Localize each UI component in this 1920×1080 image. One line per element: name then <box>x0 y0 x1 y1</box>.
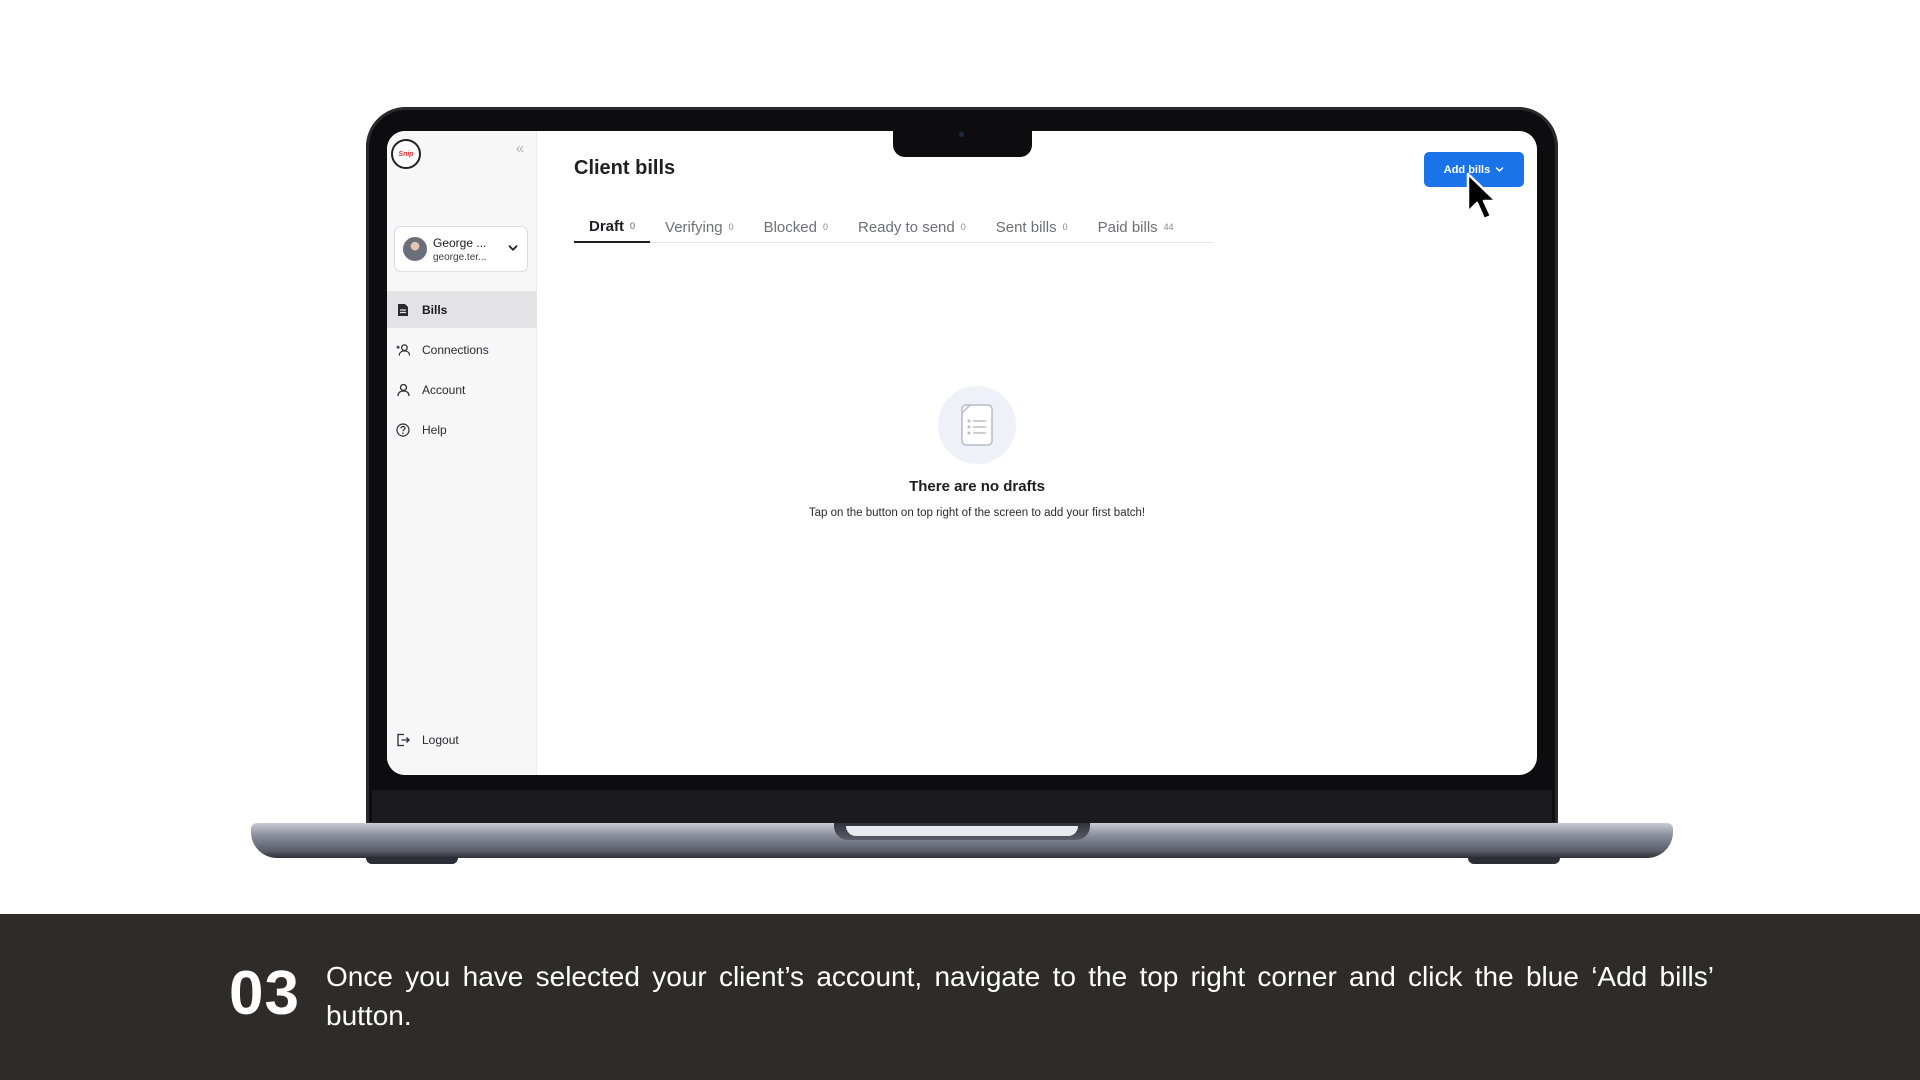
tab-draft[interactable]: Draft 0 <box>574 211 651 243</box>
tab-blocked[interactable]: Blocked 0 <box>749 211 843 243</box>
page-title: Client bills <box>574 157 676 179</box>
account-info: George ... george.ter... <box>433 236 507 263</box>
help-circle-icon <box>396 422 410 437</box>
tab-paid-bills[interactable]: Paid bills 44 <box>1083 211 1189 243</box>
tab-label: Blocked <box>763 218 817 236</box>
avatar <box>403 237 427 261</box>
camera-icon <box>959 132 964 137</box>
logout-label: Logout <box>422 732 459 747</box>
add-user-icon <box>396 343 410 357</box>
bill-status-tabs: Draft 0 Verifying 0 Blocked 0 Ready to s… <box>574 211 1214 243</box>
laptop-chin <box>372 790 1552 826</box>
tab-count: 44 <box>1163 222 1174 232</box>
empty-state-subtitle: Tap on the button on top right of the sc… <box>808 507 1146 519</box>
tab-verifying[interactable]: Verifying 0 <box>650 211 749 243</box>
tab-label: Ready to send <box>857 218 955 236</box>
sidebar-item-label: Help <box>422 422 447 437</box>
sidebar-item-help[interactable]: Help <box>387 411 537 448</box>
tab-count: 0 <box>1062 222 1068 232</box>
tab-count: 0 <box>960 222 966 232</box>
tab-ready-to-send[interactable]: Ready to send 0 <box>843 211 981 243</box>
mouse-cursor-icon <box>1466 172 1498 221</box>
main-content: Client bills Add bills Draft 0 Verifying… <box>537 131 1537 775</box>
document-icon <box>396 303 410 317</box>
sidebar-item-label: Bills <box>422 302 448 317</box>
logout-section: Logout <box>387 721 537 761</box>
empty-state: There are no drafts Tap on the button on… <box>767 386 1187 519</box>
step-number: 03 <box>229 959 300 1028</box>
tab-count: 0 <box>630 221 636 231</box>
logo-text: Snip <box>398 150 414 158</box>
logout-button[interactable]: Logout <box>387 721 537 758</box>
sidebar-item-label: Connections <box>422 342 489 357</box>
tab-label: Sent bills <box>995 218 1057 236</box>
tab-count: 0 <box>822 222 828 232</box>
app-logo[interactable]: Snip <box>391 139 421 169</box>
tab-label: Draft <box>589 217 625 235</box>
step-instruction: Once you have selected your client’s acc… <box>326 961 1714 1031</box>
account-switcher[interactable]: George ... george.ter... <box>394 226 528 272</box>
camera-notch <box>893 128 1032 157</box>
sidebar-item-account[interactable]: Account <box>387 371 537 408</box>
sidebar-nav: Bills Connections Account Help <box>387 291 537 451</box>
user-icon <box>396 383 410 397</box>
laptop-foot-right <box>1468 857 1560 864</box>
tab-label: Paid bills <box>1097 218 1158 236</box>
empty-state-title: There are no drafts <box>909 478 1045 495</box>
tab-count: 0 <box>728 222 734 232</box>
instruction-caption: 03 Once you have selected your client’s … <box>0 914 1920 1080</box>
account-name: George ... <box>433 235 487 250</box>
sidebar-item-connections[interactable]: Connections <box>387 331 537 368</box>
sidebar: Snip « George ... george.ter... Bills Co… <box>387 131 537 775</box>
sidebar-item-bills[interactable]: Bills <box>387 291 537 328</box>
sidebar-item-label: Account <box>422 382 466 397</box>
laptop-foot-left <box>366 857 458 864</box>
app-screen: Snip « George ... george.ter... Bills Co… <box>387 131 1537 775</box>
tab-label: Verifying <box>665 218 723 236</box>
laptop-hinge-lip <box>846 826 1078 836</box>
logout-icon <box>396 733 410 747</box>
collapse-sidebar-icon[interactable]: « <box>512 141 528 157</box>
chevron-down-icon <box>507 242 519 257</box>
account-email: george.ter... <box>433 251 487 263</box>
document-list-icon <box>938 386 1016 464</box>
tab-sent-bills[interactable]: Sent bills 0 <box>981 211 1083 243</box>
